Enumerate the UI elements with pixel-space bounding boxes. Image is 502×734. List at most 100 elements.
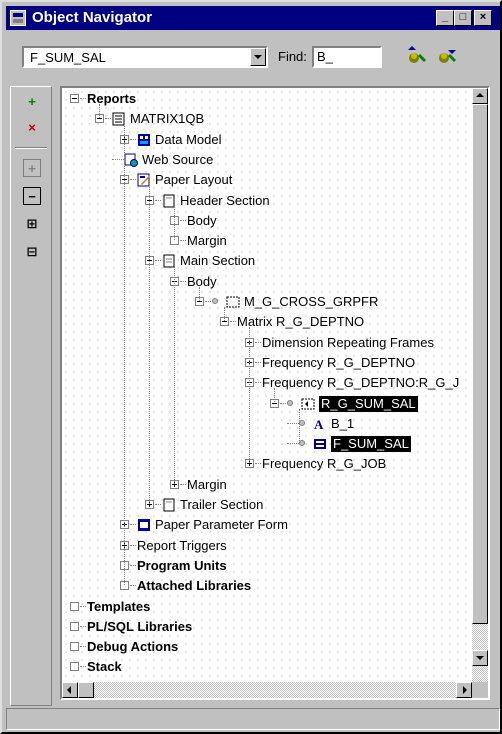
tree-connector <box>80 605 86 607</box>
tree-node-label: Web Source <box>142 151 214 167</box>
data-model-icon <box>137 133 151 147</box>
tree-node-label: Debug Actions <box>87 639 179 655</box>
minimize-button[interactable]: _ <box>436 10 454 26</box>
tree-node-label: Paper Layout <box>155 172 233 188</box>
find-input[interactable]: B_ <box>312 46 382 68</box>
delete-icon[interactable]: × <box>23 119 41 137</box>
tree-node-label: Program Units <box>137 557 227 573</box>
tree-connector <box>149 185 150 504</box>
tree-connector <box>130 585 136 587</box>
repeating-frame-icon <box>301 397 315 411</box>
tree-connector <box>155 504 161 505</box>
create-icon[interactable]: + <box>23 93 41 111</box>
tree-connector <box>249 327 250 464</box>
object-combo-value: F_SUM_SAL <box>30 50 106 65</box>
tree-connector <box>80 98 86 99</box>
tree-connector <box>80 646 86 648</box>
scroll-left-icon[interactable] <box>62 682 78 698</box>
svg-text:A: A <box>314 417 324 431</box>
collapse-node-icon[interactable] <box>70 94 79 103</box>
tree-node-label: Attached Libraries <box>137 578 252 594</box>
tree-node-label: Paper Parameter Form <box>155 517 288 533</box>
tree-connector <box>105 118 111 120</box>
status-bar <box>6 708 500 730</box>
left-toolbar: + × + − ⊞ ⊟ <box>10 86 52 706</box>
tree-node-label: Frequency R_G_JOB <box>262 456 387 472</box>
vertical-scrollbar[interactable] <box>472 88 488 682</box>
close-button[interactable]: × <box>474 10 492 26</box>
tree-node-stack[interactable]: Stack <box>62 658 470 676</box>
tree-connector <box>124 124 125 586</box>
find-next-button[interactable] <box>434 44 458 68</box>
tree-connector <box>180 483 186 485</box>
object-tree[interactable]: Reports MATRIX1QB Data Model Web Source Pape… <box>62 88 472 682</box>
find-next-icon <box>439 50 456 63</box>
tree-node-plsql-libraries[interactable]: PL/SQL Libraries <box>62 618 470 636</box>
tree-node-debug-actions[interactable]: Debug Actions <box>62 638 470 656</box>
tree-connector <box>287 422 299 424</box>
title-bar[interactable]: Object Navigator _ □ × <box>6 6 500 30</box>
vertical-scroll-thumb[interactable] <box>472 104 488 624</box>
empty-node-icon[interactable] <box>70 642 79 652</box>
collapse-all-icon[interactable]: ⊟ <box>23 243 41 261</box>
tree-connector <box>174 205 175 241</box>
scroll-down-icon[interactable] <box>472 650 488 666</box>
tree-node-label: R_G_SUM_SAL <box>319 395 418 412</box>
object-navigator-icon <box>10 10 26 26</box>
expand-all-icon[interactable]: ⊞ <box>23 215 41 233</box>
empty-node-icon[interactable] <box>70 662 79 672</box>
tree-node-label: Header Section <box>180 192 270 208</box>
tree-node-reports[interactable]: Reports <box>62 90 470 108</box>
tree-connector <box>255 341 261 343</box>
tree-connector <box>274 388 275 403</box>
empty-node-icon[interactable] <box>70 621 79 631</box>
tree-connector <box>180 219 186 221</box>
param-form-icon <box>137 518 151 532</box>
find-previous-icon <box>408 46 426 63</box>
find-previous-button[interactable] <box>404 44 428 68</box>
tree-connector <box>255 382 261 384</box>
maximize-button[interactable]: □ <box>454 10 472 26</box>
text-icon: A <box>313 417 327 432</box>
tree-connector <box>130 179 136 181</box>
tree-node-label: Matrix R_G_DEPTNO <box>237 314 365 330</box>
scroll-right-icon[interactable] <box>456 682 472 698</box>
tree-connector <box>287 443 299 445</box>
find-label: Find: <box>278 49 307 64</box>
tree-node-label: Main Section <box>180 253 256 269</box>
tree-connector <box>130 544 136 546</box>
tree-connector <box>155 260 161 262</box>
tree-node-label: Stack <box>87 659 122 675</box>
chevron-down-icon[interactable] <box>250 48 266 66</box>
tree-connector <box>155 199 161 201</box>
navigator-toolbar: F_SUM_SAL Find: B_ <box>8 34 498 78</box>
collapse-icon[interactable]: − <box>23 187 41 205</box>
tree-connector <box>80 666 86 668</box>
tree-node-label: B_1 <box>331 415 355 431</box>
tree-node-label: Body <box>187 273 217 289</box>
tree-connector <box>180 280 186 282</box>
tree-connector <box>199 286 200 301</box>
tree-node-label: Data Model <box>155 131 222 147</box>
frame-icon <box>226 295 240 309</box>
horizontal-scrollbar[interactable] <box>62 682 472 698</box>
tree-connector <box>230 321 236 323</box>
tree-node-label: M_G_CROSS_GRPFR <box>244 294 379 309</box>
tree-node-label: Margin <box>187 233 227 249</box>
expand-icon[interactable]: + <box>23 159 41 177</box>
tree-connector <box>180 240 186 242</box>
tree-node-label: Body <box>187 212 217 228</box>
tree-node-label: Trailer Section <box>180 497 264 512</box>
tree-node-templates[interactable]: Templates <box>62 598 470 616</box>
object-combo[interactable]: F_SUM_SAL <box>22 46 268 68</box>
section-icon <box>162 498 176 512</box>
status-dot-icon <box>212 298 218 304</box>
tree-node-label: Reports <box>87 91 137 106</box>
tree-node-label: Frequency R_G_DEPTNO <box>262 354 416 370</box>
tree-node-label: PL/SQL Libraries <box>87 618 193 634</box>
web-source-icon <box>124 153 138 167</box>
scroll-up-icon[interactable] <box>472 88 488 104</box>
empty-node-icon[interactable] <box>70 601 79 611</box>
horizontal-scroll-thumb[interactable] <box>78 682 94 698</box>
tree-connector <box>99 104 100 119</box>
